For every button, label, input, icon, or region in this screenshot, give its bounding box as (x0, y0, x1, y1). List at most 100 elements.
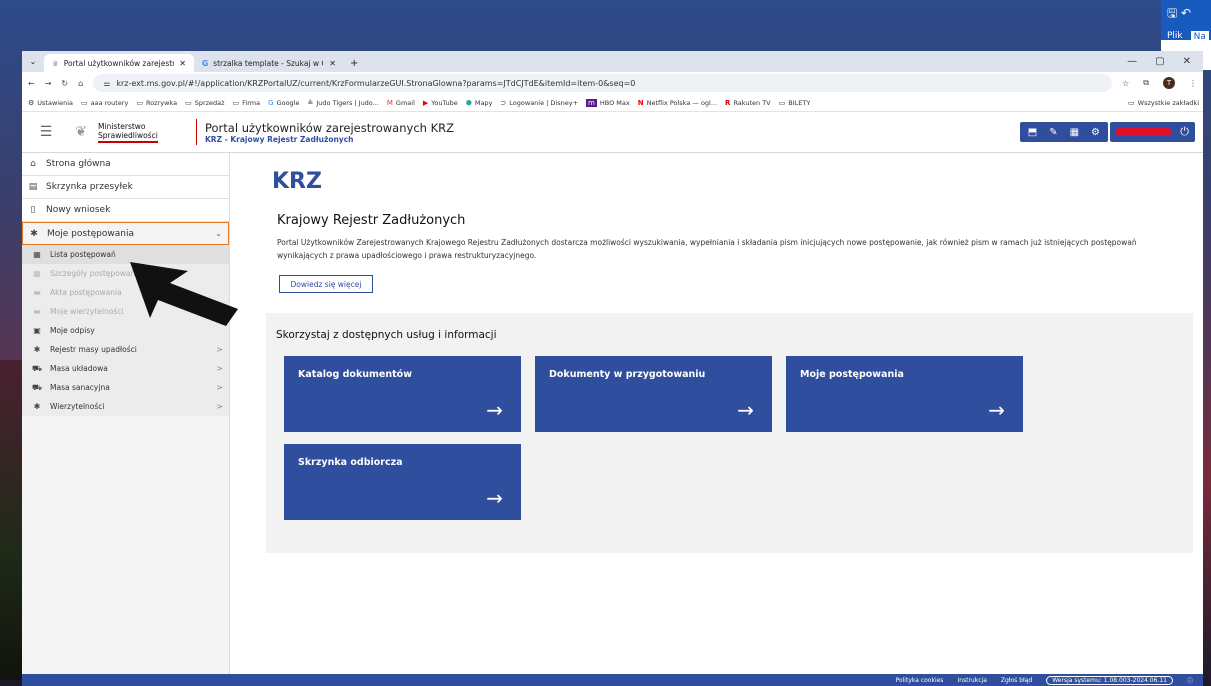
settings-icon: ⚙ (28, 98, 35, 107)
hamburger-menu-icon[interactable]: ☰ (22, 124, 70, 140)
forward-icon[interactable]: → (45, 79, 52, 88)
bookmark-label: Mapy (474, 98, 493, 107)
bookmark-star-icon[interactable]: ☆ (1122, 79, 1129, 88)
minimize-icon[interactable]: — (1127, 56, 1137, 67)
arrow-right-icon: → (988, 398, 1005, 422)
bookmark-item[interactable]: ▭ Firma (233, 99, 261, 107)
arrow-right-icon: → (486, 486, 503, 510)
page-title: KRZ (272, 169, 322, 194)
window-controls: — ▢ ✕ (1127, 51, 1203, 72)
browser-tabbar: ⌄ ♛ Portal użytkowników zarejestro ✕ G s… (22, 51, 1203, 72)
apps-grid-icon[interactable]: ▦ (1070, 127, 1079, 138)
messages-icon[interactable]: ✎ (1049, 127, 1057, 138)
folder-icon: ▭ (778, 98, 786, 107)
menu-kebab-icon[interactable]: ⋮ (1189, 79, 1197, 88)
folder-icon: ▬ (33, 307, 41, 316)
bookmark-label: Judo Tigers | Judo... (316, 98, 379, 107)
bookmark-item[interactable]: N Netflix Polska — ogl... (638, 99, 717, 107)
browser-tab-portal[interactable]: ♛ Portal użytkowników zarejestro ✕ (44, 54, 194, 72)
folder-icon: ▭ (1128, 99, 1135, 107)
tab-search-icon[interactable]: ⌄ (22, 51, 44, 72)
portal-subtitle: KRZ - Krajowy Rejestr Zadłużonych (205, 134, 354, 144)
url-field[interactable]: ⚌ krz-ext.ms.gov.pl/#!/application/KRZPo… (93, 74, 1113, 92)
sidebar-sub-arrangement-estate[interactable]: ⛟ Masa układowa > (22, 359, 229, 378)
sidebar-item-inbox[interactable]: ▤ Skrzynka przesyłek (22, 176, 229, 199)
tile-label: Moje postępowania (800, 369, 904, 380)
bookmark-item[interactable]: ⚙ Ustawienia (28, 99, 73, 107)
arrow-right-icon: → (486, 398, 503, 422)
sidebar-item-new-application[interactable]: ▯ Nowy wniosek (22, 199, 229, 222)
bookmark-label: Netflix Polska — ogl... (646, 98, 718, 107)
tab-label: Portal użytkowników zarejestro (63, 58, 174, 68)
sidebar-sub-my-claims: ▬ Moje wierzytelności (22, 302, 229, 321)
bookmark-label: Ustawienia (37, 98, 73, 107)
sidebar-sub-label: Moje odpisy (50, 326, 95, 335)
user-account-button[interactable]: ⏻ (1110, 122, 1195, 142)
bookmarks-bar: ⚙ Ustawienia ▭ aaa routery ▭ Rozrywka ▭ Sprz… (22, 94, 1203, 112)
bookmark-item[interactable]: ⊃ Logowanie | Disney+ (500, 99, 578, 107)
extensions-icon[interactable]: ⧉ (1143, 78, 1149, 88)
sidebar-sub-remedial-estate[interactable]: ⛟ Masa sanacyjna > (22, 378, 229, 397)
office-quick-icons[interactable]: 🖫 ↶ (1167, 4, 1191, 25)
tab-close-icon[interactable]: ✕ (329, 59, 336, 68)
arrow-right-icon: → (737, 398, 754, 422)
gear-cluster-icon: ✱ (30, 228, 38, 239)
tab-label: strzalka template - Szukaj w Go (213, 58, 324, 68)
document-icon: ▯ (30, 205, 36, 215)
all-bookmarks-folder[interactable]: ▭ Wszystkie zakładki (1122, 94, 1199, 111)
home-icon[interactable]: ⌂ (78, 79, 83, 88)
tile-documents-in-preparation[interactable]: Dokumenty w przygotowaniu → (535, 356, 772, 432)
ministry-logo[interactable]: ❦ Ministerstwo Sprawiedliwości (70, 121, 190, 143)
bookmark-label: Rakuten TV (733, 98, 771, 107)
back-icon[interactable]: ← (28, 79, 35, 88)
sidebar-sub-proceedings-list[interactable]: ▦ Lista postępowań (22, 245, 229, 264)
bookmark-item[interactable]: M Gmail (387, 99, 415, 107)
sidebar-item-label: Nowy wniosek (46, 205, 111, 215)
tab-close-icon[interactable]: ✕ (179, 59, 186, 68)
sidebar-sub-label: Moje wierzytelności (50, 307, 124, 316)
gear-icon[interactable]: ⚙ (1091, 127, 1100, 138)
sidebar-sub-bankruptcy-register[interactable]: ✱ Rejestr masy upadłości > (22, 340, 229, 359)
bookmark-label: Google (276, 98, 300, 107)
tile-inbox[interactable]: Skrzynka odbiorcza → (284, 444, 521, 520)
app-body: ⌂ Strona główna ▤ Skrzynka przesyłek ▯ N… (22, 153, 1203, 686)
cookies-link[interactable]: Polityka cookies (896, 677, 944, 684)
reload-icon[interactable]: ↻ (61, 79, 68, 88)
desktop-wallpaper-strip (0, 360, 22, 680)
sidebar-item-my-proceedings[interactable]: ✱ Moje postępowania ⌄ (22, 222, 229, 245)
office-tab-plik[interactable]: Plik (1167, 31, 1183, 43)
site-info-icon[interactable]: ⚌ (103, 79, 110, 88)
sidebar-item-home[interactable]: ⌂ Strona główna (22, 153, 229, 176)
instructions-link[interactable]: Instrukcja (957, 677, 986, 684)
learn-more-button[interactable]: Dowiedz się więcej (279, 275, 373, 293)
browser-tab-google[interactable]: G strzalka template - Szukaj w Go ✕ (194, 54, 344, 72)
bookmark-item[interactable]: ▭ BILETY (779, 99, 811, 107)
bookmark-item[interactable]: ▶ YouTube (423, 99, 458, 107)
tile-my-proceedings[interactable]: Moje postępowania → (786, 356, 1023, 432)
bookmark-label: Firma (242, 98, 261, 107)
power-logout-icon[interactable]: ⏻ (1180, 125, 1189, 139)
bookmark-item[interactable]: ▭ aaa routery (81, 99, 128, 107)
bookmark-item[interactable]: ⬢ Mapy (466, 99, 493, 107)
info-icon[interactable]: ⓘ (1187, 676, 1193, 685)
tile-document-catalog[interactable]: Katalog dokumentów → (284, 356, 521, 432)
bookmark-item[interactable]: m HBO Max (586, 98, 630, 107)
hbo-icon: m (586, 98, 597, 107)
bookmark-item[interactable]: G Google (268, 99, 299, 107)
google-favicon-icon: G (202, 58, 209, 68)
notifications-icon[interactable]: ⬒ (1028, 127, 1037, 138)
ministry-line-1: Ministerstwo (98, 121, 146, 131)
bookmark-item[interactable]: ▭ Sprzedaż (185, 99, 224, 107)
report-bug-link[interactable]: Zgłoś błąd (1001, 677, 1032, 684)
bookmark-label: HBO Max (599, 98, 630, 107)
profile-avatar[interactable]: T (1163, 77, 1175, 89)
new-tab-button[interactable]: + (344, 54, 364, 72)
office-tab-na[interactable]: Na (1190, 31, 1209, 43)
sidebar-sub-my-copies[interactable]: ▣ Moje odpisy (22, 321, 229, 340)
sidebar-sub-claims[interactable]: ✱ Wierzytelności > (22, 397, 229, 416)
bookmark-item[interactable]: ≗ Judo Tigers | Judo... (307, 99, 378, 107)
close-window-icon[interactable]: ✕ (1183, 56, 1191, 67)
maximize-icon[interactable]: ▢ (1155, 56, 1164, 67)
bookmark-item[interactable]: R Rakuten TV (725, 99, 771, 107)
bookmark-item[interactable]: ▭ Rozrywka (136, 99, 177, 107)
